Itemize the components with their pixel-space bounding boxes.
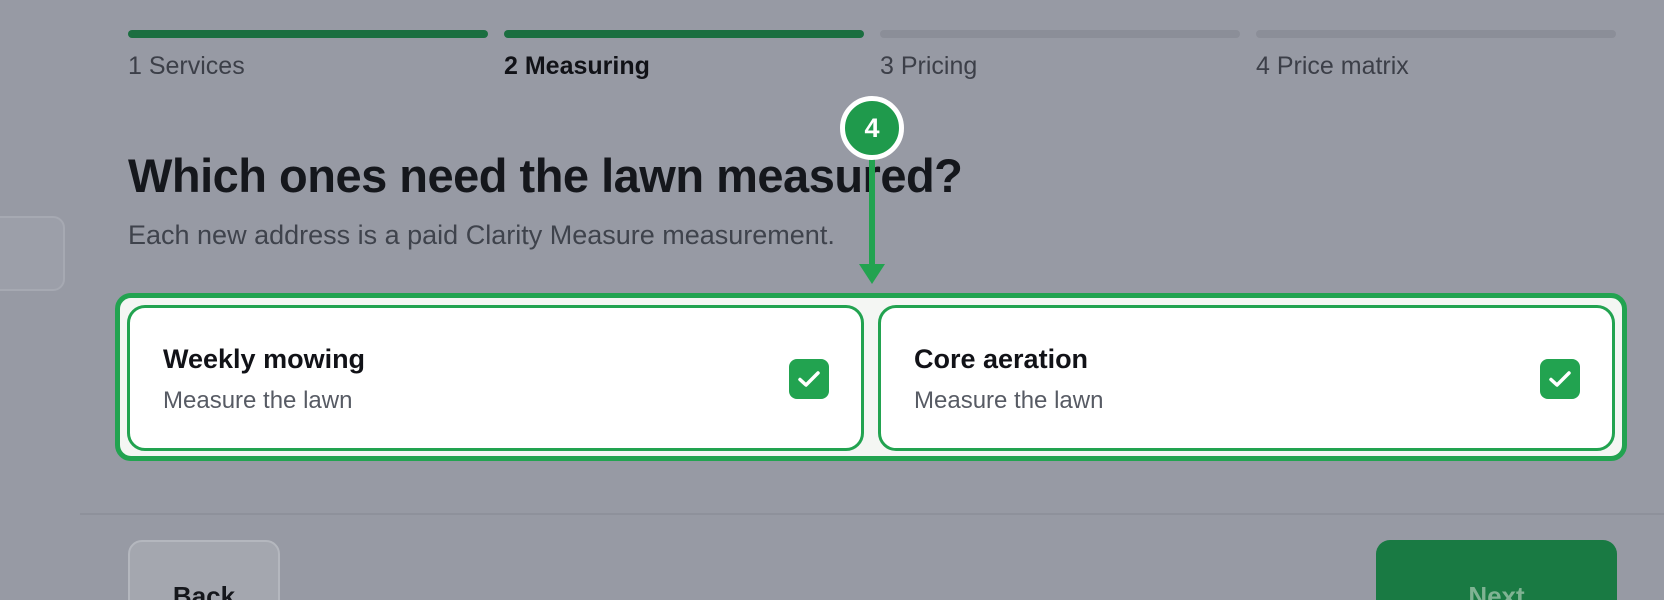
arrow-down-icon bbox=[859, 158, 885, 284]
back-button[interactable]: Back bbox=[128, 540, 280, 600]
step-progress-bar bbox=[128, 30, 488, 38]
option-title: Core aeration bbox=[914, 344, 1089, 374]
page-subtitle: Each new address is a paid Clarity Measu… bbox=[128, 220, 835, 250]
step-pricing[interactable]: 3 Pricing bbox=[880, 30, 1240, 81]
option-description: Measure the lawn bbox=[914, 387, 1104, 414]
step-measuring[interactable]: 2 Measuring bbox=[504, 30, 864, 81]
step-number-marker: 4 bbox=[840, 96, 904, 160]
step-progress-bar bbox=[1256, 30, 1616, 38]
checkbox-checked[interactable] bbox=[789, 359, 829, 399]
option-description: Measure the lawn bbox=[163, 387, 353, 414]
step-price-matrix[interactable]: 4 Price matrix bbox=[1256, 30, 1616, 81]
option-card-weekly-mowing[interactable]: Weekly mowing Measure the lawn bbox=[127, 305, 864, 451]
page-title: Which ones need the lawn measured? bbox=[128, 149, 963, 202]
step-services[interactable]: 1 Services bbox=[128, 30, 488, 81]
step-progress-bar bbox=[504, 30, 864, 38]
checkmark-icon bbox=[798, 371, 820, 387]
step-label: 2 Measuring bbox=[504, 52, 650, 80]
progress-stepper: 1 Services 2 Measuring 3 Pricing 4 Price… bbox=[128, 30, 1617, 90]
option-card-core-aeration[interactable]: Core aeration Measure the lawn bbox=[878, 305, 1615, 451]
step-label: 3 Pricing bbox=[880, 52, 978, 80]
next-button[interactable]: Next bbox=[1376, 540, 1617, 600]
option-title: Weekly mowing bbox=[163, 344, 366, 374]
checkmark-icon bbox=[1549, 371, 1571, 387]
step-label: 1 Services bbox=[128, 52, 245, 80]
footer-divider bbox=[80, 513, 1664, 515]
step-label: 4 Price matrix bbox=[1256, 52, 1409, 80]
step-progress-bar bbox=[880, 30, 1240, 38]
checkbox-checked[interactable] bbox=[1540, 359, 1580, 399]
side-panel-stub bbox=[0, 216, 65, 291]
